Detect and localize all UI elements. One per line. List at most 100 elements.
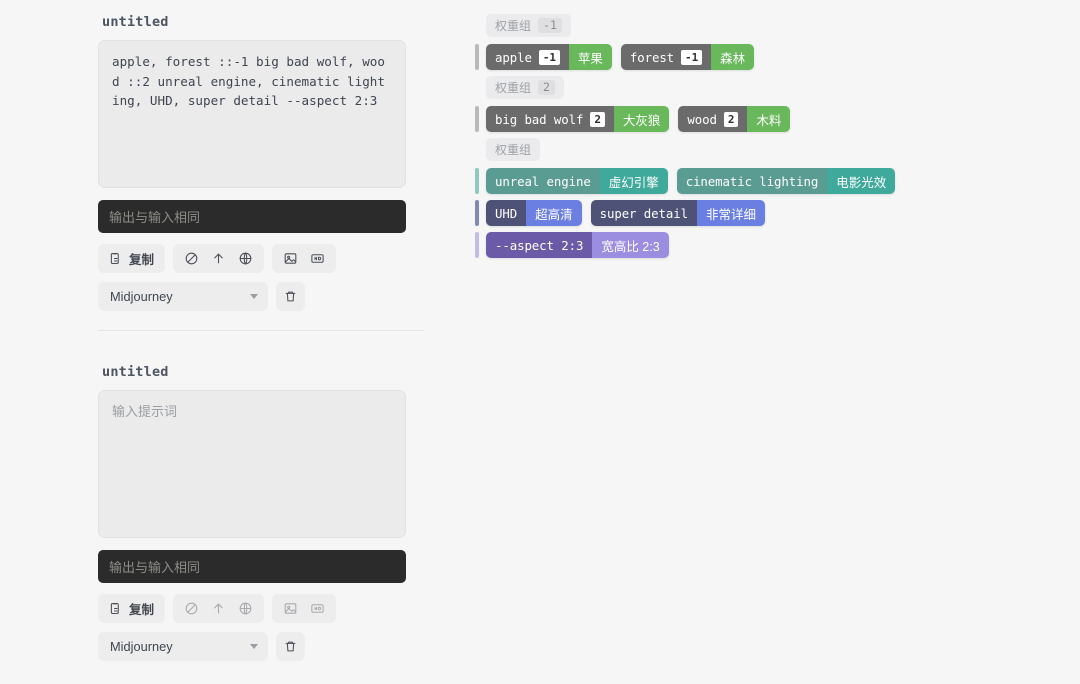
copy-label: 复制: [129, 253, 155, 267]
prompt-cards-column: untitled apple, forest ::-1 big bad wolf,…: [0, 0, 460, 684]
hd-icon[interactable]: [305, 246, 330, 271]
weight-group: 权重组 -1 apple -1 苹果 forest -1 森林: [468, 14, 1080, 76]
chevron-down-icon: [250, 294, 258, 299]
output-bar[interactable]: 输出与输入相同: [98, 200, 406, 233]
copy-label: 复制: [129, 603, 155, 617]
tag-row: big bad wolf 2 大灰狼 wood 2 木料: [486, 106, 1080, 132]
image-icon[interactable]: [278, 246, 303, 271]
ban-icon[interactable]: [179, 246, 204, 271]
tag-main: big bad wolf 2: [486, 106, 614, 132]
tag-text: unreal engine: [495, 173, 591, 189]
prompt-tag[interactable]: cinematic lighting 电影光效: [676, 168, 896, 194]
delete-card-button[interactable]: [276, 632, 305, 661]
tag-text: super detail: [599, 205, 688, 221]
rows: big bad wolf 2 大灰狼 wood 2 木料: [486, 106, 1080, 138]
tag-main: cinematic lighting: [676, 168, 828, 194]
tag-text: --aspect 2:3: [495, 237, 584, 253]
rows: apple -1 苹果 forest -1 森林: [486, 44, 1080, 76]
tag-main: apple -1: [486, 44, 569, 70]
image-icon[interactable]: [278, 596, 303, 621]
globe-icon[interactable]: [233, 596, 258, 621]
action-group: [173, 594, 265, 623]
group-rail: [475, 44, 479, 70]
media-group: [272, 594, 337, 623]
rail-column: [468, 44, 486, 76]
media-group: [272, 244, 337, 273]
tag-translation: 木料: [747, 106, 791, 132]
prompt-tag[interactable]: --aspect 2:3 宽高比 2:3: [486, 232, 669, 258]
tag-main: forest -1: [620, 44, 712, 70]
tag-text: big bad wolf: [495, 111, 584, 127]
hd-icon[interactable]: [305, 596, 330, 621]
weight-group-value: 2: [538, 80, 555, 95]
prompt-tag[interactable]: UHD 超高清: [486, 200, 582, 226]
ban-icon[interactable]: [179, 596, 204, 621]
model-value: Midjourney: [110, 289, 173, 304]
group-rail: [475, 168, 479, 194]
tag-row: UHD 超高清 super detail 非常详细: [486, 200, 1080, 226]
tag-text: wood: [687, 111, 717, 127]
prompt-textarea[interactable]: apple, forest ::-1 big bad wolf, wood ::…: [98, 40, 406, 188]
rows: unreal engine 虚幻引擎 cinematic lighting 电影光效 U…: [486, 168, 1080, 264]
tag-rows: unreal engine 虚幻引擎 cinematic lighting 电影光效 U…: [468, 168, 1080, 264]
weight-group-value: -1: [538, 18, 562, 33]
arrow-up-icon[interactable]: [206, 246, 231, 271]
card-title[interactable]: untitled: [98, 350, 428, 390]
prompt-tag[interactable]: forest -1 森林: [620, 44, 755, 70]
prompt-tag[interactable]: unreal engine 虚幻引擎: [486, 168, 668, 194]
weight-group-label: 权重组: [495, 81, 532, 95]
weight-group-pill[interactable]: 权重组: [486, 138, 541, 161]
weight-group-label: 权重组: [495, 143, 532, 157]
globe-icon[interactable]: [233, 246, 258, 271]
tag-weight-badge: 2: [590, 111, 605, 127]
model-value: Midjourney: [110, 639, 173, 654]
tag-main: wood 2: [678, 106, 748, 132]
clipboard-icon: [107, 601, 122, 616]
group-rail: [475, 232, 479, 258]
prompt-card: untitled apple, forest ::-1 big bad wolf,…: [98, 0, 428, 311]
tag-translation: 电影光效: [827, 168, 896, 194]
trash-icon: [283, 289, 298, 304]
output-text: 输出与输入相同: [109, 560, 201, 575]
tag-translation: 苹果: [568, 44, 612, 70]
prompt-tag[interactable]: wood 2 木料: [678, 106, 791, 132]
model-row: Midjourney: [98, 632, 428, 661]
weight-group-label: 权重组: [495, 19, 532, 33]
tag-row: --aspect 2:3 宽高比 2:3: [486, 232, 1080, 258]
rail-column: [468, 168, 486, 264]
tag-rows: apple -1 苹果 forest -1 森林: [468, 44, 1080, 76]
tag-main: unreal engine: [486, 168, 600, 194]
card-toolbar: 复制: [98, 244, 428, 273]
tag-weight-badge: -1: [538, 49, 560, 65]
group-rail: [475, 106, 479, 132]
tag-text: UHD: [495, 205, 518, 221]
card-title[interactable]: untitled: [98, 0, 428, 40]
delete-card-button[interactable]: [276, 282, 305, 311]
chevron-down-icon: [250, 644, 258, 649]
prompt-tag[interactable]: big bad wolf 2 大灰狼: [486, 106, 670, 132]
output-bar[interactable]: 输出与输入相同: [98, 550, 406, 583]
trash-icon: [283, 639, 298, 654]
weight-groups-panel: 权重组 -1 apple -1 苹果 forest -1 森林 权重组 2 big bad wolf…: [468, 0, 1080, 264]
prompt-tag[interactable]: super detail 非常详细: [590, 200, 765, 226]
tag-translation: 宽高比 2:3: [592, 232, 669, 258]
model-select[interactable]: Midjourney: [98, 282, 268, 311]
prompt-card: untitled 输入提示词输出与输入相同复制 Midjourney: [98, 350, 428, 661]
copy-button[interactable]: 复制: [98, 244, 166, 273]
card-toolbar: 复制: [98, 594, 428, 623]
tag-text: cinematic lighting: [685, 173, 819, 189]
prompt-textarea[interactable]: 输入提示词: [98, 390, 406, 538]
tag-weight-badge: 2: [723, 111, 739, 127]
tag-text: apple: [495, 49, 532, 65]
model-select[interactable]: Midjourney: [98, 632, 268, 661]
prompt-tag[interactable]: apple -1 苹果: [486, 44, 612, 70]
tag-main: UHD: [486, 200, 527, 226]
tag-rows: big bad wolf 2 大灰狼 wood 2 木料: [468, 106, 1080, 138]
weight-group-pill[interactable]: 权重组 -1: [486, 14, 571, 37]
tag-translation: 非常详细: [696, 200, 765, 226]
copy-button[interactable]: 复制: [98, 594, 166, 623]
arrow-up-icon[interactable]: [206, 596, 231, 621]
group-rail: [475, 200, 479, 226]
weight-group-pill[interactable]: 权重组 2: [486, 76, 564, 99]
action-group: [173, 244, 265, 273]
